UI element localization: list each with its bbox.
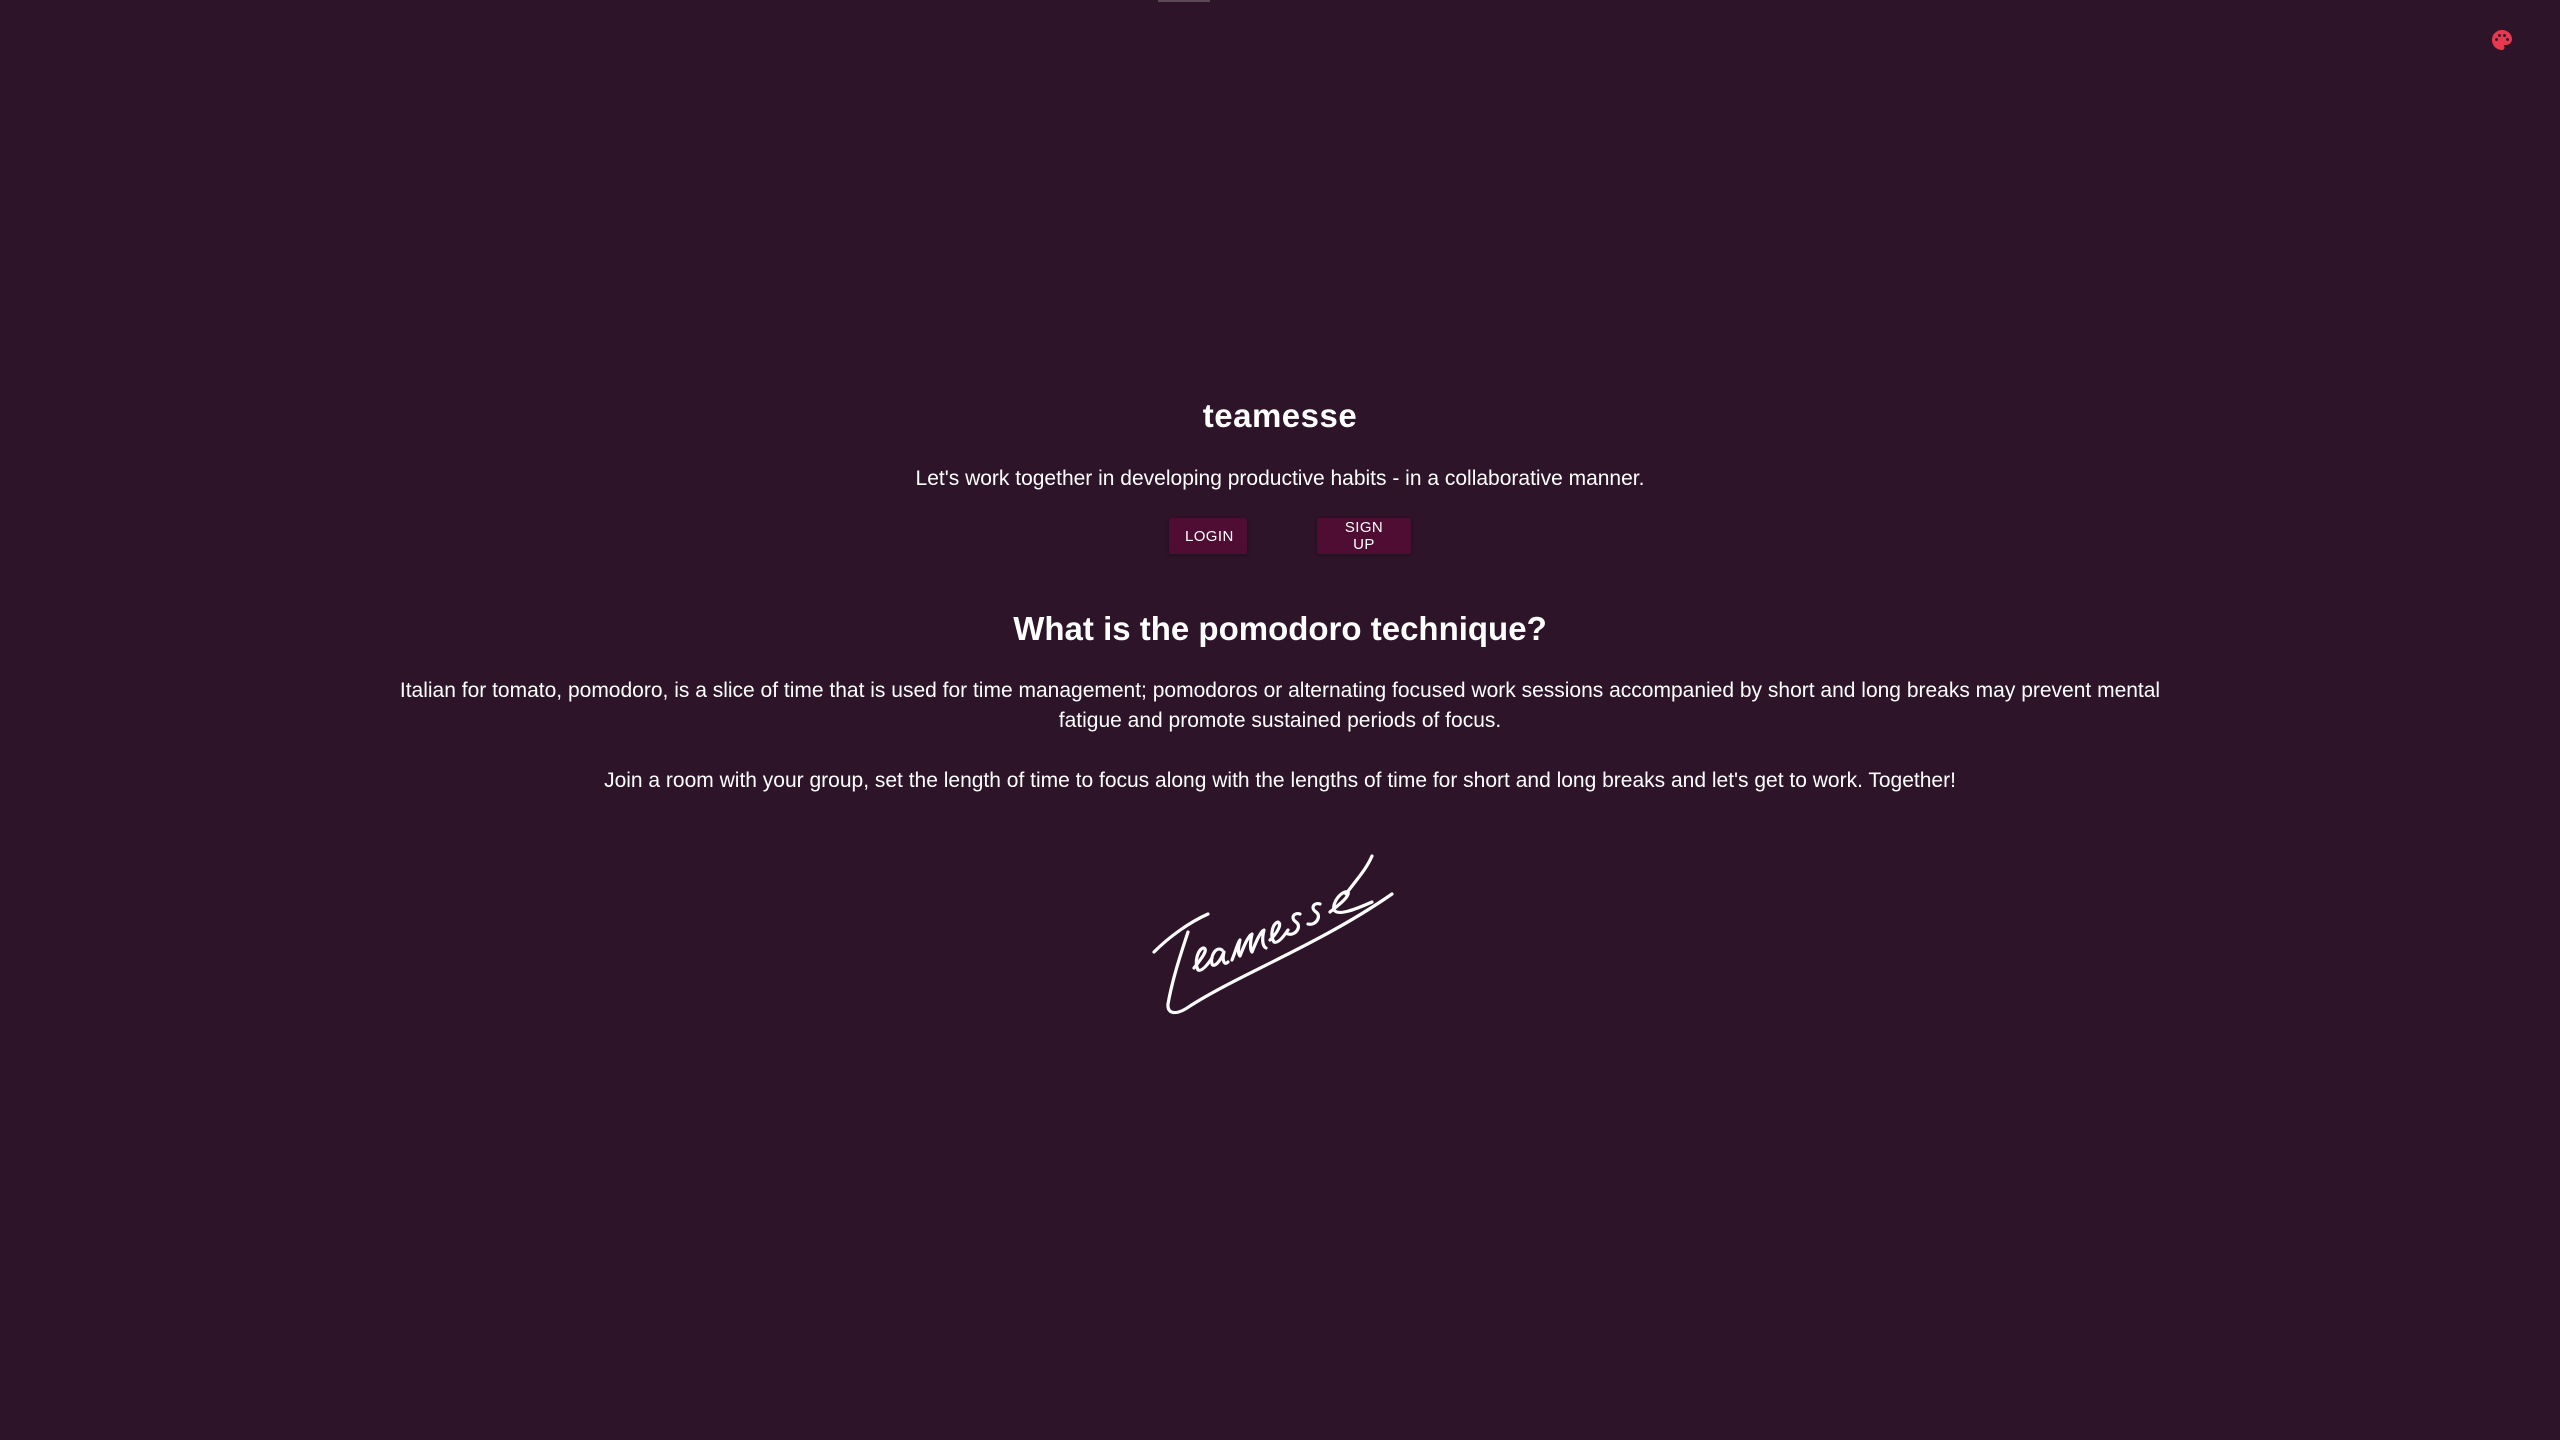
top-indicator	[1158, 0, 1210, 2]
brand-title: teamesse	[1202, 397, 1358, 434]
signup-button[interactable]: SIGN UP	[1317, 518, 1411, 554]
auth-buttons: LOGIN SIGN UP	[0, 518, 2560, 554]
landing-page: teamesse Let's work together in developi…	[0, 0, 2560, 1440]
palette-icon	[2492, 30, 2512, 50]
hero-section: teamesse Let's work together in developi…	[0, 390, 2560, 796]
pomodoro-heading: What is the pomodoro technique?	[1013, 610, 1547, 647]
pomodoro-description: Italian for tomato, pomodoro, is a slice…	[399, 679, 2161, 732]
theme-toggle-button[interactable]	[2490, 28, 2514, 52]
join-room-description: Join a room with your group, set the len…	[604, 769, 1956, 792]
tagline: Let's work together in developing produc…	[915, 467, 1645, 490]
signature-logo	[1152, 854, 1394, 1015]
login-button[interactable]: LOGIN	[1169, 518, 1247, 554]
